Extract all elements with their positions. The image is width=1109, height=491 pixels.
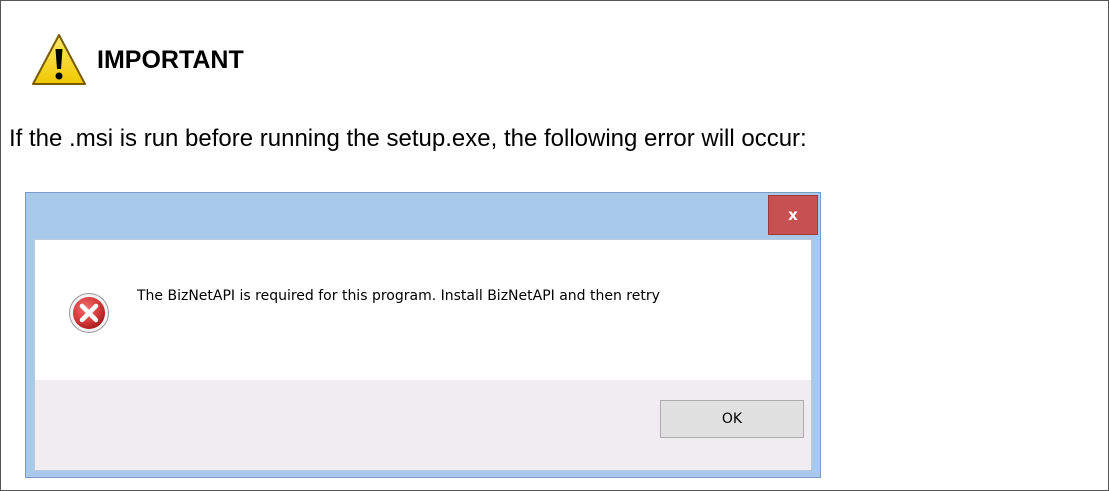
ok-button[interactable]: OK [660,400,804,438]
important-header: IMPORTANT [31,28,244,92]
important-title: IMPORTANT [97,45,244,74]
warning-triangle-icon [32,34,86,85]
error-icon [69,293,109,333]
message-area: The BizNetAPI is required for this progr… [35,240,811,380]
button-area: OK [35,380,811,470]
note-box: IMPORTANT If the .msi is run before runn… [0,0,1109,491]
error-message: The BizNetAPI is required for this progr… [137,288,660,304]
dialog-client-area: The BizNetAPI is required for this progr… [34,239,812,471]
close-button[interactable]: x [768,195,818,235]
dialog-titlebar[interactable]: x [26,193,820,239]
close-button-label: x [788,206,798,224]
error-dialog-window: x The BizNetAPI is required for this pro… [25,192,821,478]
intro-text: If the .msi is run before running the se… [9,125,807,152]
ok-button-label: OK [721,411,743,427]
